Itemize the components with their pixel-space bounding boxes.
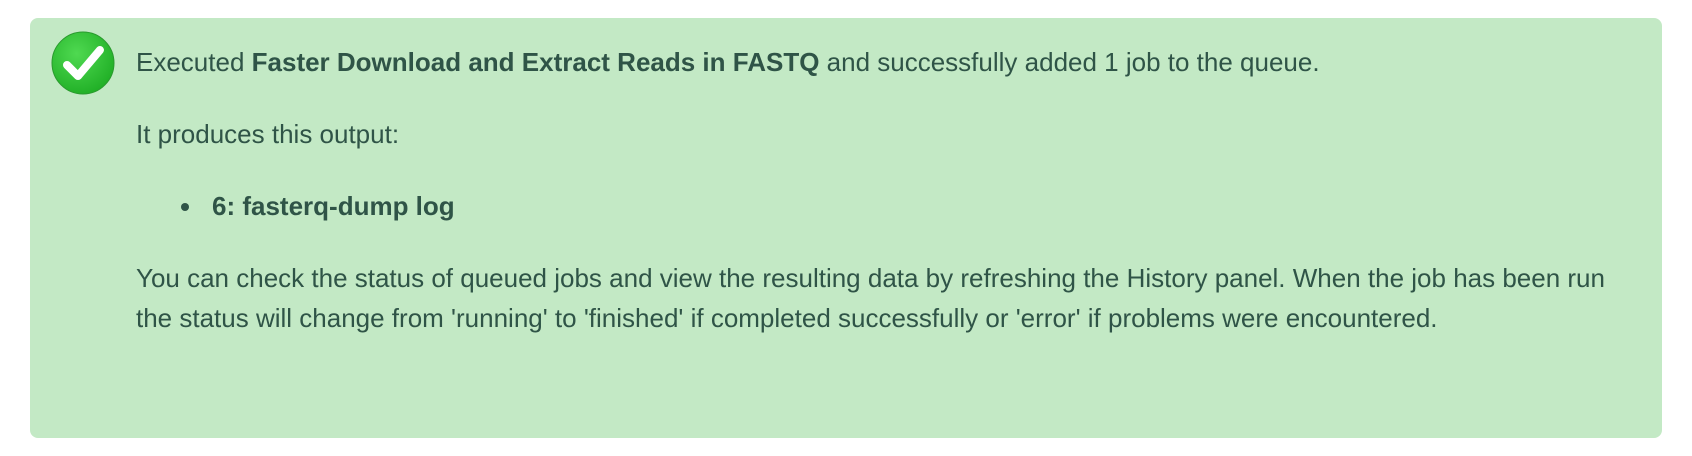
alert-content: Executed Faster Download and Extract Rea… (136, 42, 1616, 338)
summary-prefix: Executed (136, 47, 252, 77)
tool-name: Faster Download and Extract Reads in FAS… (251, 47, 820, 77)
output-item: 6: fasterq-dump log (204, 186, 1616, 226)
output-intro: It produces this output: (136, 119, 400, 149)
output-list: 6: fasterq-dump log (136, 186, 1616, 226)
success-alert: Executed Faster Download and Extract Rea… (30, 18, 1662, 438)
job-summary: Executed Faster Download and Extract Rea… (136, 42, 1616, 82)
check-circle-icon (51, 31, 115, 95)
status-note: You can check the status of queued jobs … (136, 263, 1605, 333)
summary-suffix: and successfully added 1 job to the queu… (819, 47, 1320, 77)
